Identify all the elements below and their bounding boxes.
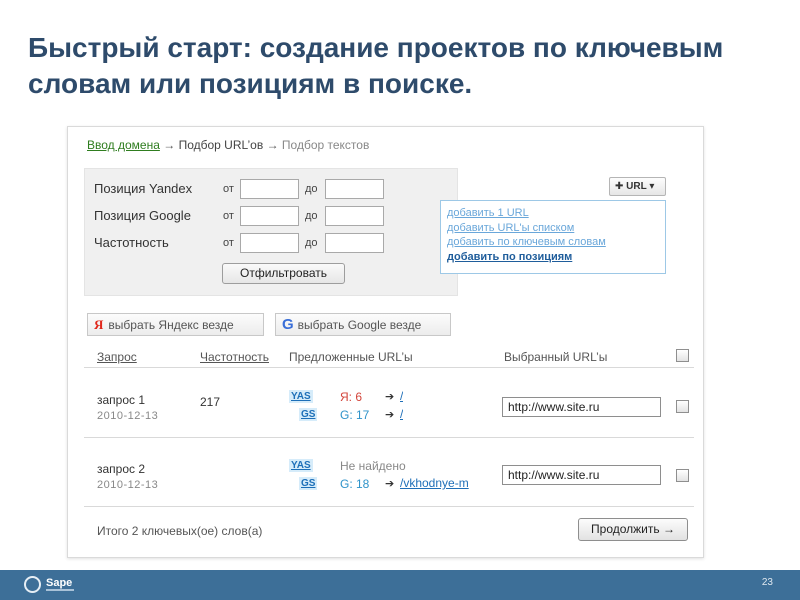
row-checkbox[interactable] xyxy=(676,469,689,482)
selected-url-input[interactable]: http://www.site.ru xyxy=(502,465,661,485)
column-selected-url: Выбранный URL’ы xyxy=(504,350,608,364)
add-url-menu: добавить 1 URL добавить URL'ы списком до… xyxy=(440,200,666,274)
yandex-position: Я: 6 xyxy=(340,390,363,404)
query-text: запрос 1 xyxy=(97,393,146,407)
query-date: 2010-12-13 xyxy=(97,410,159,422)
filter-panel: Позиция Yandex от до Позиция Google от д… xyxy=(84,168,458,296)
filter-button[interactable]: Отфильтровать xyxy=(222,263,345,284)
yandex-from-input[interactable] xyxy=(240,179,299,199)
arrow-right-icon: ➔ xyxy=(385,391,395,403)
logo-underline xyxy=(46,589,74,591)
yandex-url-link[interactable]: / xyxy=(400,389,403,403)
sape-logo: Sape xyxy=(24,574,90,596)
logo-emblem-icon xyxy=(24,576,41,593)
column-frequency[interactable]: Частотность xyxy=(200,350,269,364)
breadcrumb-arrow: → xyxy=(266,138,279,152)
slide-title: Быстрый старт: создание проектов по ключ… xyxy=(28,32,724,99)
table-row: запрос 2 2010-12-13 YAS GS Не найдено G:… xyxy=(84,438,694,507)
add-url-label: URL xyxy=(626,181,647,192)
add-url-button[interactable]: ✚ URL ▾ xyxy=(609,177,666,196)
yas-tag[interactable]: YAS xyxy=(289,390,313,403)
google-url-link[interactable]: /vkhodnye-m xyxy=(400,476,486,490)
arrow-right-icon: ➔ xyxy=(385,409,395,421)
breadcrumb: Ввод домена → Подбор URL’ов → Подбор тек… xyxy=(87,138,369,152)
from-label: от xyxy=(223,210,234,222)
breadcrumb-step-domain[interactable]: Ввод домена xyxy=(87,138,160,152)
menu-item-add-one-url[interactable]: добавить 1 URL xyxy=(447,206,659,221)
page-number: 23 xyxy=(761,577,773,588)
filter-label: Позиция Yandex xyxy=(94,181,193,196)
filter-label: Позиция Google xyxy=(94,208,191,223)
query-date: 2010-12-13 xyxy=(97,479,159,491)
slide-footer-bar: Sape 23 xyxy=(0,570,800,600)
continue-button[interactable]: Продолжить → xyxy=(578,518,688,541)
select-google-label: выбрать Google везде xyxy=(297,318,422,332)
column-query[interactable]: Запрос xyxy=(97,350,137,364)
from-label: от xyxy=(223,183,234,195)
selected-url-input[interactable]: http://www.site.ru xyxy=(502,397,661,417)
column-suggested-urls: Предложенные URL’ы xyxy=(289,350,413,364)
yandex-not-found: Не найдено xyxy=(340,459,406,473)
to-label: до xyxy=(305,210,318,222)
select-yandex-everywhere-button[interactable]: Явыбрать Яндекс везде xyxy=(87,313,264,336)
plus-icon: ✚ xyxy=(615,181,624,192)
app-screenshot-panel: Ввод домена → Подбор URL’ов → Подбор тек… xyxy=(67,126,704,558)
gs-tag[interactable]: GS xyxy=(299,408,318,421)
google-url-link[interactable]: / xyxy=(400,407,403,421)
menu-item-add-url-list[interactable]: добавить URL'ы списком xyxy=(447,221,659,236)
yandex-icon: Я xyxy=(94,317,104,332)
select-yandex-label: выбрать Яндекс везде xyxy=(108,318,234,332)
breadcrumb-arrow: → xyxy=(163,138,176,152)
menu-item-add-by-keywords[interactable]: добавить по ключевым словам xyxy=(447,235,659,250)
google-position: G: 18 xyxy=(340,477,370,491)
from-label: от xyxy=(223,237,234,249)
logo-text: Sape xyxy=(46,577,73,589)
table-row: запрос 1 2010-12-13 217 YAS GS Я: 6 G: 1… xyxy=(84,369,694,438)
to-label: до xyxy=(305,237,318,249)
row-checkbox[interactable] xyxy=(676,400,689,413)
breadcrumb-step-texts: Подбор текстов xyxy=(281,138,370,152)
google-from-input[interactable] xyxy=(240,206,299,226)
yandex-to-input[interactable] xyxy=(325,179,384,199)
table-header: Запрос Частотность Предложенные URL’ы Вы… xyxy=(84,342,694,368)
google-to-input[interactable] xyxy=(325,206,384,226)
select-all-checkbox[interactable] xyxy=(676,349,689,362)
caret-down-icon: ▾ xyxy=(649,181,655,192)
filter-label: Частотность xyxy=(94,235,169,250)
frequency-to-input[interactable] xyxy=(325,233,384,253)
frequency-from-input[interactable] xyxy=(240,233,299,253)
query-text: запрос 2 xyxy=(97,462,146,476)
menu-item-add-by-positions[interactable]: добавить по позициям xyxy=(447,250,659,265)
select-google-everywhere-button[interactable]: Gвыбрать Google везде xyxy=(275,313,451,336)
arrow-right-icon: ➔ xyxy=(385,478,395,490)
total-keywords: Итого 2 ключевых(ое) слов(а) xyxy=(97,524,263,538)
to-label: до xyxy=(305,183,318,195)
gs-tag[interactable]: GS xyxy=(299,477,318,490)
google-icon: G xyxy=(282,316,294,333)
google-position: G: 17 xyxy=(340,408,370,422)
yas-tag[interactable]: YAS xyxy=(289,459,313,472)
frequency-value: 217 xyxy=(200,395,221,409)
breadcrumb-step-urls: Подбор URL’ов xyxy=(178,138,264,152)
